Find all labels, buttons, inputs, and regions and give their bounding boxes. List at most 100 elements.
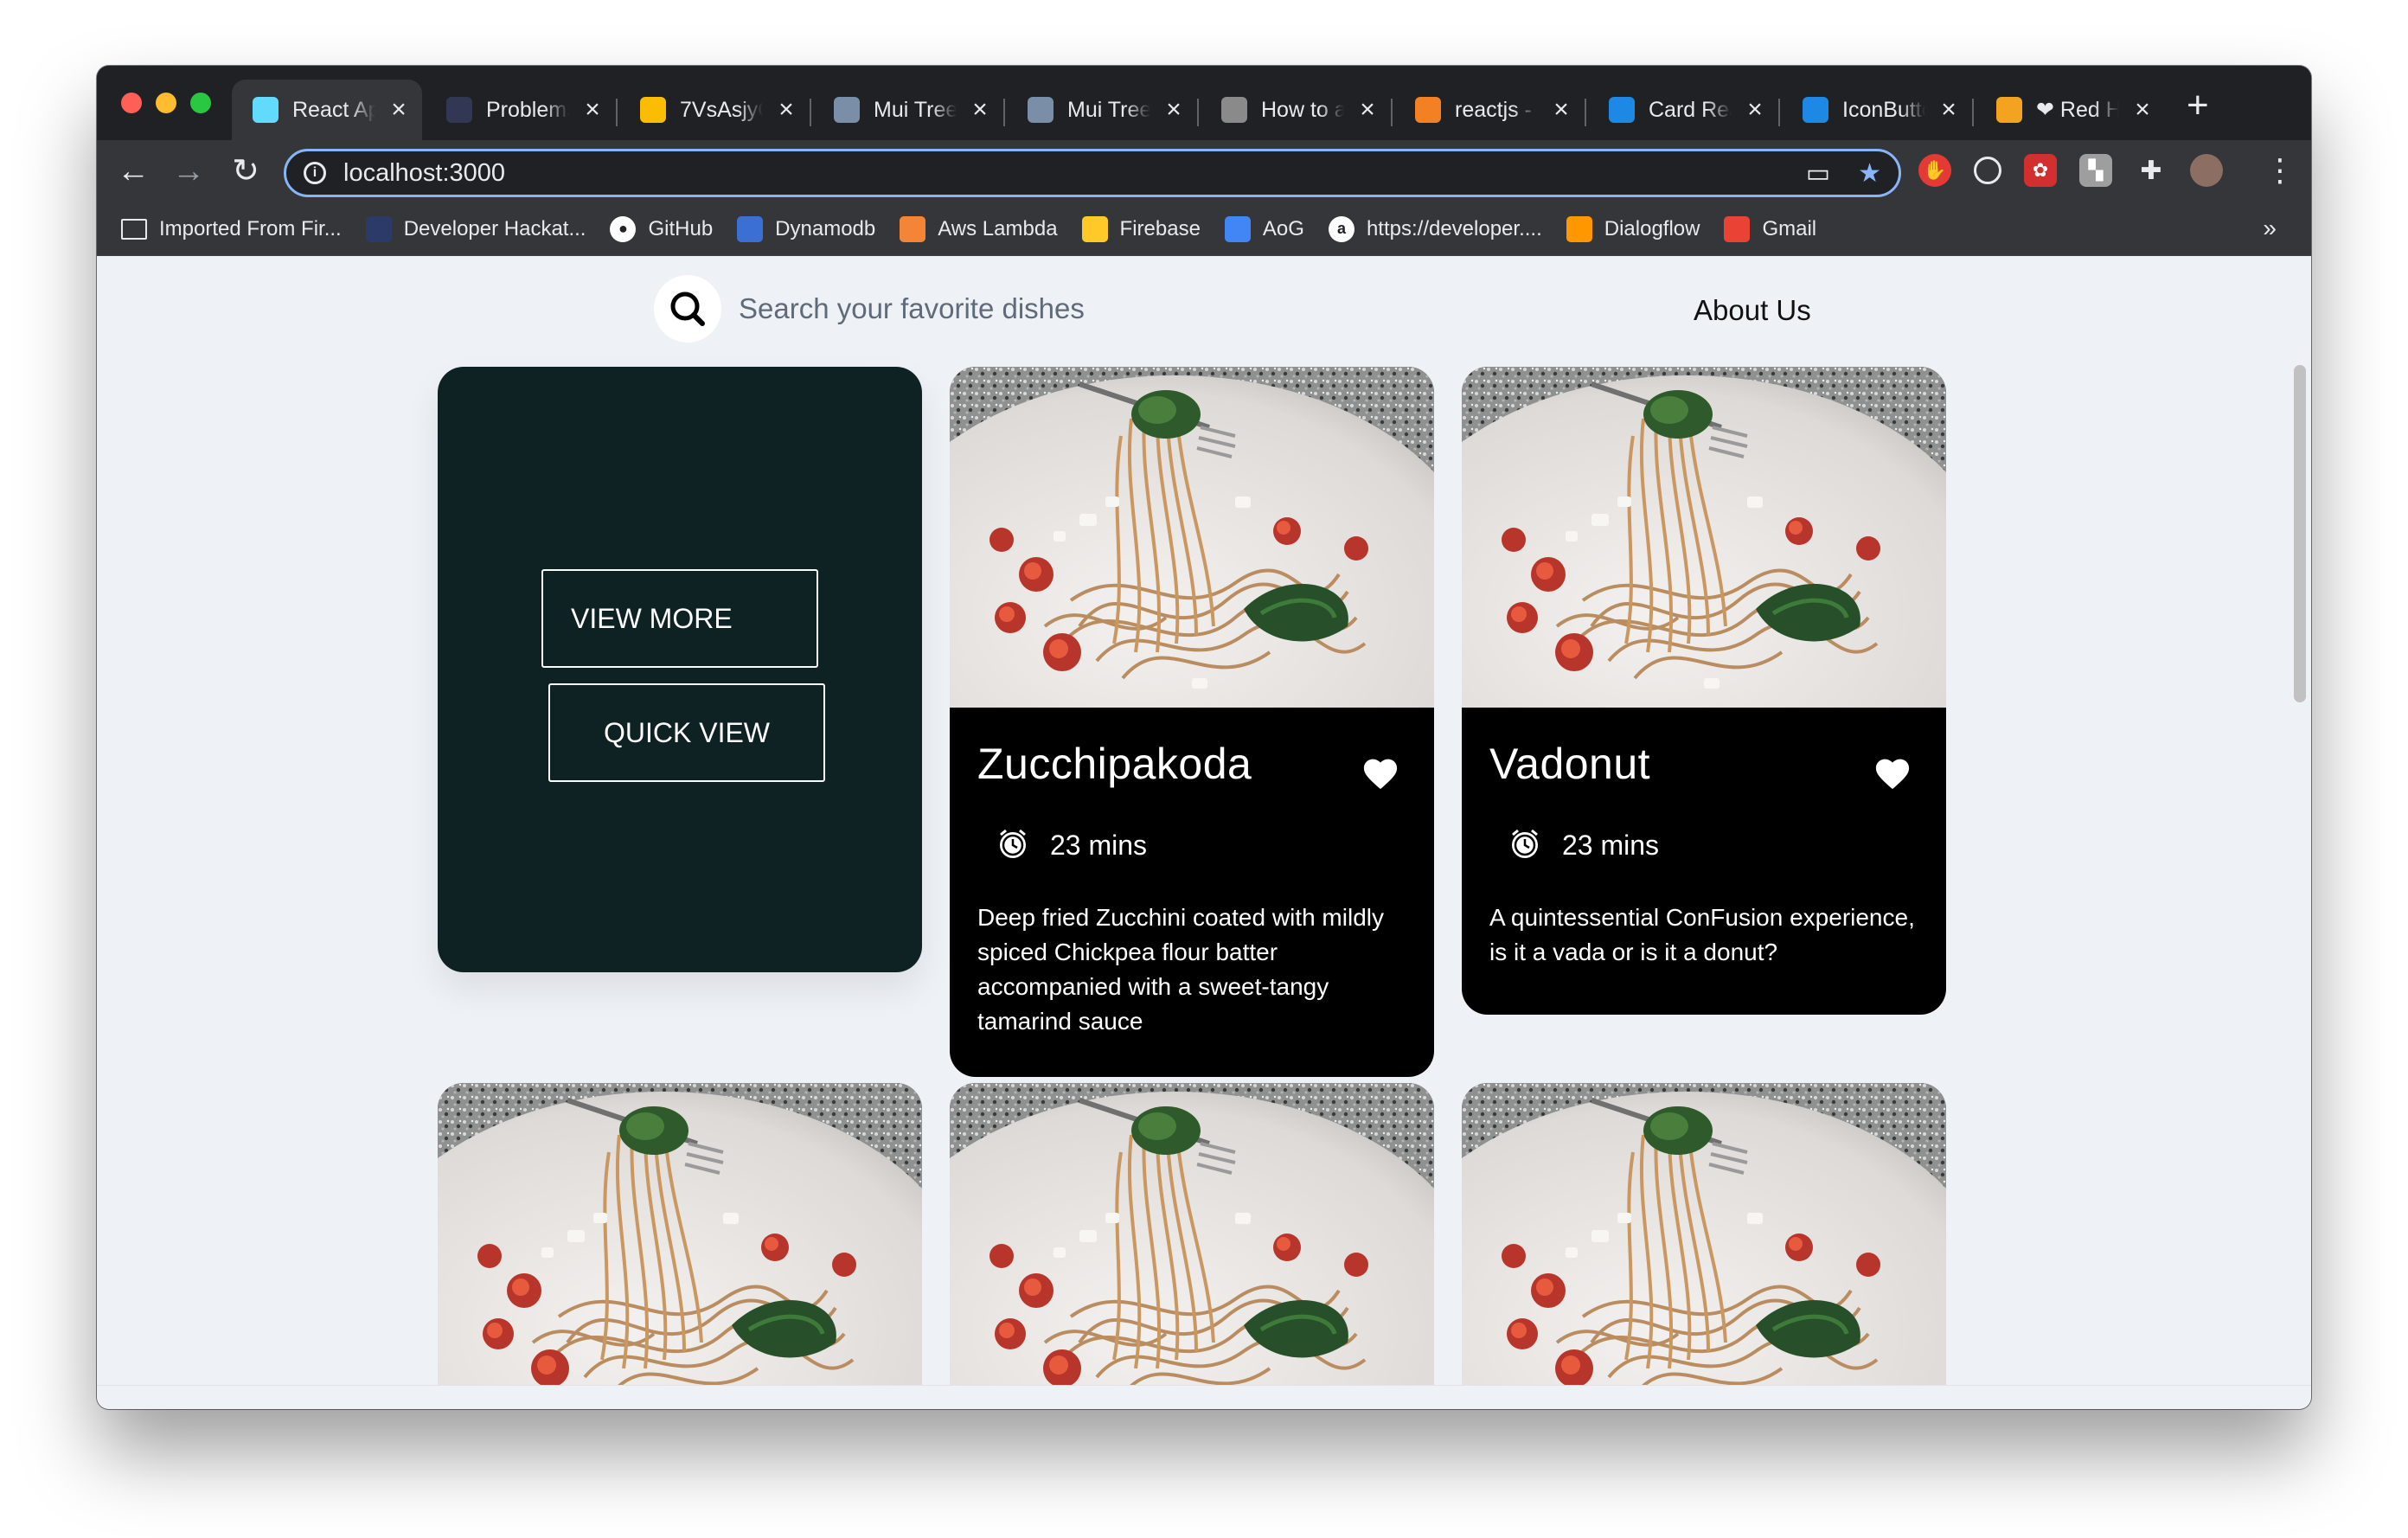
tab-close-icon[interactable]: ×: [1356, 95, 1379, 125]
new-tab-button[interactable]: +: [2187, 87, 2209, 125]
gmail-icon: [1724, 215, 1751, 242]
dish-card[interactable]: [438, 1083, 922, 1409]
cast-icon[interactable]: ▭: [1806, 158, 1830, 189]
view-more-button[interactable]: VIEW MORE: [541, 569, 818, 668]
tab-close-icon[interactable]: ×: [387, 95, 410, 125]
dish-description: Deep fried Zucchini coated with mildly s…: [977, 904, 1384, 1035]
browser-tab[interactable]: Mui TreeView ×: [813, 80, 1003, 140]
dish-card[interactable]: Vadonut 23 mins A quintessential ConFusi…: [1462, 367, 1946, 1015]
bookmark-item[interactable]: a https://developer....: [1328, 215, 1542, 242]
bookmark-item[interactable]: Dynamodb: [737, 215, 875, 242]
quick-view-button[interactable]: QUICK VIEW: [548, 683, 825, 782]
extension-adblock-icon[interactable]: ✋: [1918, 154, 1951, 187]
browser-tab[interactable]: Card React ×: [1588, 80, 1778, 140]
dish-title: Vadonut: [1489, 740, 1651, 788]
firebase-icon: [1081, 215, 1108, 242]
favorite-heart-icon[interactable]: [1873, 756, 1912, 795]
reload-icon[interactable]: ↻: [227, 152, 265, 190]
search-bar[interactable]: Search your favorite dishes: [654, 275, 1085, 343]
dish-image: [1462, 367, 1946, 708]
react-icon: [253, 97, 279, 123]
browser-window: React App×Problems×7VsAsjyQ×Mui TreeView…: [97, 66, 2311, 1409]
mui-icon: [1803, 97, 1828, 123]
tab-title: How to add: [1261, 97, 1344, 122]
bookmark-item[interactable]: AoG: [1224, 215, 1304, 242]
browser-tab[interactable]: How to add ×: [1201, 80, 1391, 140]
vertical-scrollbar[interactable]: [2294, 365, 2306, 702]
dish-card-hover[interactable]: VIEW MORE QUICK VIEW: [438, 367, 922, 972]
bookmark-item[interactable]: Aws Lambda: [900, 215, 1058, 242]
page-viewport: Search your favorite dishes About Us VIE…: [97, 256, 2311, 1409]
tab-close-icon[interactable]: ×: [1550, 95, 1572, 125]
clock-icon: [1508, 827, 1541, 864]
tab-separator: [1003, 99, 1005, 126]
browser-tab[interactable]: 7VsAsjyQ ×: [619, 80, 810, 140]
tab-separator: [616, 99, 618, 126]
extension-target-icon[interactable]: [1974, 157, 2001, 184]
tab-title: React App: [292, 97, 375, 122]
address-url[interactable]: localhost:3000: [343, 159, 505, 188]
bookmark-star-icon[interactable]: ★: [1858, 158, 1881, 189]
forward-arrow-icon[interactable]: →: [170, 152, 208, 190]
tab-title: Mui TreeView: [874, 97, 957, 122]
window-minimize-button[interactable]: [156, 93, 176, 113]
page-footer-strip: [97, 1385, 2311, 1409]
tab-close-icon[interactable]: ×: [969, 95, 991, 125]
site-info-icon[interactable]: i: [304, 162, 326, 184]
search-input[interactable]: Search your favorite dishes: [739, 292, 1085, 325]
tab-close-icon[interactable]: ×: [775, 95, 797, 125]
tab-close-icon[interactable]: ×: [1937, 95, 1960, 125]
window-close-button[interactable]: [121, 93, 142, 113]
dish-time: 23 mins: [1050, 830, 1148, 861]
clock-icon: [996, 827, 1029, 864]
about-us-link[interactable]: About Us: [1694, 294, 1811, 327]
browser-tab[interactable]: Problems ×: [426, 80, 616, 140]
browser-tab[interactable]: reactjs - ×: [1394, 80, 1585, 140]
profile-avatar[interactable]: [2190, 154, 2223, 187]
amazon-icon: a: [1328, 215, 1354, 242]
extensions-puzzle-icon[interactable]: ✚: [2135, 154, 2168, 187]
window-zoom-button[interactable]: [190, 93, 211, 113]
back-arrow-icon[interactable]: ←: [114, 152, 152, 190]
bookmark-label: Developer Hackat...: [403, 216, 586, 240]
bookmark-item[interactable]: ● GitHub: [610, 215, 714, 242]
browser-menu-icon[interactable]: ⋮: [2264, 152, 2296, 189]
bookmark-label: GitHub: [648, 216, 714, 240]
bookmark-item[interactable]: Developer Hackat...: [365, 215, 586, 242]
bookmark-item[interactable]: Imported From Fir...: [121, 217, 342, 241]
bookmark-item[interactable]: Dialogflow: [1566, 215, 1700, 242]
browser-tab[interactable]: IconButton ×: [1782, 80, 1972, 140]
dish-card[interactable]: [1462, 1083, 1946, 1409]
tab-separator: [1778, 99, 1780, 126]
dialogflow-icon: [1566, 215, 1592, 242]
browser-tab[interactable]: Mui TreeView ×: [1007, 80, 1197, 140]
extension-screenshot-icon[interactable]: ▚: [2079, 154, 2112, 187]
tab-close-icon[interactable]: ×: [581, 95, 604, 125]
assistant-icon: [1224, 215, 1251, 242]
search-icon[interactable]: [654, 275, 721, 343]
tab-close-icon[interactable]: ×: [1162, 95, 1185, 125]
tab-separator: [1972, 99, 1974, 126]
bookmark-item[interactable]: Firebase: [1081, 215, 1201, 242]
tab-title: reactjs -: [1455, 97, 1532, 122]
bookmark-item[interactable]: Gmail: [1724, 215, 1816, 242]
stackoverflow-icon: [834, 97, 860, 123]
bookmark-label: Aws Lambda: [938, 216, 1058, 240]
dish-card[interactable]: [950, 1083, 1434, 1409]
tab-close-icon[interactable]: ×: [1744, 95, 1766, 125]
bookmarks-overflow-icon[interactable]: »: [2263, 215, 2277, 242]
dish-card[interactable]: Zucchipakoda 23 mins Deep fried Zucchini…: [950, 367, 1434, 1077]
bookmark-label: Dialogflow: [1604, 216, 1700, 240]
bookmark-label: Firebase: [1119, 216, 1201, 240]
tab-title: IconButton: [1842, 97, 1925, 122]
favorite-heart-icon[interactable]: [1361, 756, 1399, 795]
browser-tab[interactable]: ❤ Red Heart ×: [1976, 80, 2166, 140]
tab-title: ❤ Red Heart: [2036, 98, 2119, 122]
dish-image: [438, 1083, 922, 1409]
extension-bug-icon[interactable]: ✿: [2024, 154, 2057, 187]
bookmark-label: https://developer....: [1366, 216, 1542, 240]
browser-tab[interactable]: React App ×: [232, 80, 422, 140]
tab-close-icon[interactable]: ×: [2131, 95, 2154, 125]
address-bar[interactable]: i localhost:3000 ▭ ★: [284, 149, 1901, 197]
bookmark-label: AoG: [1262, 216, 1304, 240]
